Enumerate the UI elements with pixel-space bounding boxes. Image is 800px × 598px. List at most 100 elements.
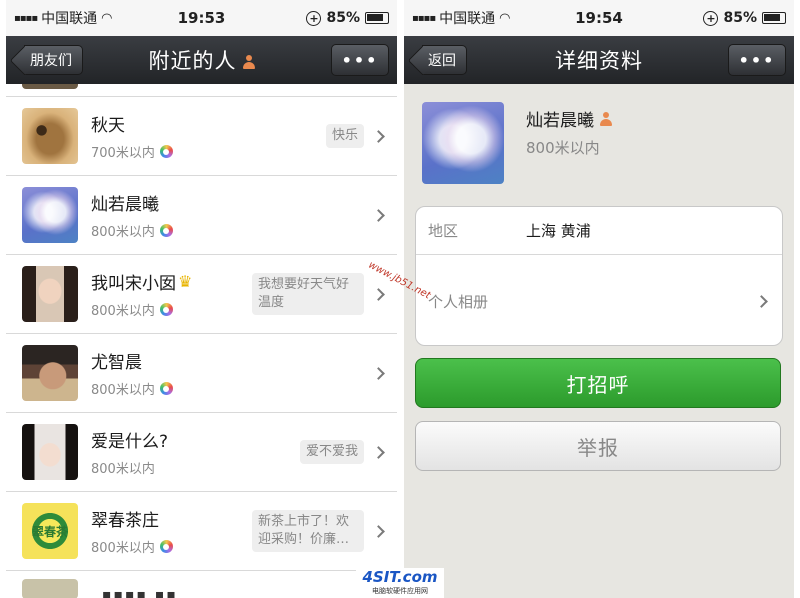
chevron-right-icon bbox=[372, 445, 385, 459]
avatar: 翠春茶 bbox=[22, 503, 78, 559]
profile-details-card: 地区 上海 黄浦 个人相册 bbox=[415, 206, 783, 346]
avatar-logo-text: 翠春茶 bbox=[31, 524, 68, 539]
battery-percent: 85% bbox=[723, 10, 757, 26]
carrier-info: ▪▪▪▪ 中国联通 ◠ bbox=[412, 8, 510, 28]
list-item[interactable]: 秋天 700米以内 快乐 bbox=[6, 97, 397, 176]
distance-text: 800米以内 bbox=[91, 225, 155, 240]
list-item-info: 秋天 700米以内 bbox=[91, 111, 326, 161]
list-item[interactable]: 我叫宋小囡 ♛ 800米以内 我想要好天气好温度 bbox=[6, 255, 397, 334]
profile-name: 灿若晨曦 bbox=[526, 106, 612, 131]
signal-icon: ▪▪▪▪ bbox=[412, 12, 436, 24]
nav-bar: 朋友们 附近的人 ••• bbox=[6, 36, 397, 84]
battery-icon bbox=[762, 12, 786, 24]
list-item-partial bbox=[6, 84, 397, 97]
contact-name-partial: ▪▪▪▪ ▪▪ bbox=[102, 587, 178, 598]
battery-percent: 85% bbox=[326, 10, 360, 26]
page-title-text: 附近的人 bbox=[148, 49, 237, 73]
list-item-partial: ▪▪▪▪ ▪▪ bbox=[6, 571, 397, 598]
list-item-info: 我叫宋小囡 ♛ 800米以内 bbox=[91, 269, 252, 320]
region-row: 地区 上海 黄浦 bbox=[416, 207, 782, 255]
list-item[interactable]: 爱是什么? 800米以内 爱不爱我 bbox=[6, 413, 397, 492]
distance: 700米以内 bbox=[91, 142, 326, 161]
distance-text: 700米以内 bbox=[91, 146, 155, 161]
carrier-name: 中国联通 bbox=[439, 11, 496, 27]
list-item[interactable]: 尤智晨 800米以内 bbox=[6, 334, 397, 413]
region-label: 地区 bbox=[428, 222, 459, 240]
list-item-info: 翠春茶庄 800米以内 bbox=[91, 506, 252, 556]
list-item-info: 尤智晨 800米以内 bbox=[91, 348, 374, 398]
status-bar: ▪▪▪▪ 中国联通 ◠ 19:54 + 85% bbox=[404, 0, 794, 36]
greet-button[interactable]: 打招呼 bbox=[415, 358, 781, 408]
signature: 新茶上市了！欢迎采购！价廉… bbox=[252, 510, 364, 552]
distance-text: 800米以内 bbox=[91, 462, 155, 477]
more-button[interactable]: ••• bbox=[331, 44, 389, 76]
chevron-right-icon bbox=[755, 294, 768, 308]
moments-icon bbox=[159, 540, 173, 553]
profile-avatar[interactable] bbox=[422, 102, 504, 184]
battery-icon bbox=[365, 12, 389, 24]
region-value: 上海 黄浦 bbox=[526, 222, 591, 240]
wifi-icon: ◠ bbox=[499, 10, 511, 26]
list-item[interactable]: 灿若晨曦 800米以内 bbox=[6, 176, 397, 255]
album-label: 个人相册 bbox=[428, 292, 489, 311]
contact-name-text: 我叫宋小囡 bbox=[91, 273, 176, 294]
distance: 800米以内 bbox=[91, 458, 300, 477]
distance-text: 800米以内 bbox=[91, 304, 155, 319]
contact-name: 秋天 bbox=[91, 115, 125, 136]
moments-icon bbox=[159, 382, 173, 395]
person-icon bbox=[242, 55, 255, 69]
moments-icon bbox=[159, 145, 173, 158]
chevron-right-icon bbox=[372, 208, 385, 222]
avatar bbox=[22, 187, 78, 243]
distance: 800米以内 bbox=[91, 379, 374, 398]
moments-icon bbox=[159, 224, 173, 237]
contact-name: 翠春茶庄 bbox=[91, 510, 159, 531]
back-button[interactable]: 朋友们 bbox=[24, 45, 83, 75]
nearby-list: 秋天 700米以内 快乐 灿若晨曦 800米以内 我叫宋小囡 ♛ 800米以内 我… bbox=[6, 84, 397, 598]
back-button[interactable]: 返回 bbox=[422, 45, 467, 75]
report-button[interactable]: 举报 bbox=[415, 421, 781, 471]
profile-name-text: 灿若晨曦 bbox=[526, 111, 594, 131]
signal-icon: ▪▪▪▪ bbox=[14, 12, 38, 24]
logo-sub: 电脑软硬件应用网 bbox=[372, 587, 428, 595]
profile-detail-screen: ▪▪▪▪ 中国联通 ◠ 19:54 + 85% 返回 详细资料 ••• 灿若晨曦… bbox=[404, 0, 794, 598]
contact-name: 我叫宋小囡 ♛ bbox=[91, 269, 252, 294]
list-item-info: 灿若晨曦 800米以内 bbox=[91, 190, 374, 240]
carrier-info: ▪▪▪▪ 中国联通 ◠ bbox=[14, 8, 112, 28]
avatar bbox=[22, 345, 78, 401]
status-right: + 85% bbox=[703, 10, 786, 26]
distance-text: 800米以内 bbox=[91, 541, 155, 556]
contact-name: 爱是什么? bbox=[91, 431, 169, 452]
crown-icon: ♛ bbox=[178, 271, 193, 291]
wifi-icon: ◠ bbox=[101, 10, 113, 26]
more-button[interactable]: ••• bbox=[728, 44, 786, 76]
signature: 爱不爱我 bbox=[299, 440, 364, 464]
avatar bbox=[22, 108, 78, 164]
logo-main: 4SIT.com bbox=[362, 568, 438, 586]
distance: 800米以内 bbox=[91, 300, 252, 319]
carrier-name: 中国联通 bbox=[41, 11, 98, 27]
avatar bbox=[22, 266, 78, 322]
rotation-lock-icon: + bbox=[306, 10, 322, 26]
distance-text: 800米以内 bbox=[91, 383, 155, 398]
nearby-people-screen: ▪▪▪▪ 中国联通 ◠ 19:53 + 85% 朋友们 附近的人 ••• 秋天 … bbox=[6, 0, 397, 598]
signature: 快乐 bbox=[325, 124, 364, 148]
list-item[interactable]: 翠春茶 翠春茶庄 800米以内 新茶上市了！欢迎采购！价廉… bbox=[6, 492, 397, 571]
status-bar: ▪▪▪▪ 中国联通 ◠ 19:53 + 85% bbox=[6, 0, 397, 36]
nav-bar: 返回 详细资料 ••• bbox=[404, 36, 794, 84]
status-right: + 85% bbox=[306, 10, 389, 26]
contact-name: 尤智晨 bbox=[91, 352, 142, 373]
avatar bbox=[22, 579, 78, 598]
moments-icon bbox=[159, 303, 173, 316]
chevron-right-icon bbox=[372, 366, 385, 380]
list-item-info: 爱是什么? 800米以内 bbox=[91, 427, 300, 478]
female-icon bbox=[600, 111, 612, 126]
profile-distance: 800米以内 bbox=[526, 139, 600, 157]
distance: 800米以内 bbox=[91, 221, 374, 240]
rotation-lock-icon: + bbox=[703, 10, 719, 26]
avatar bbox=[22, 424, 78, 480]
avatar bbox=[22, 84, 78, 89]
album-row[interactable]: 个人相册 bbox=[416, 255, 782, 347]
chevron-right-icon bbox=[372, 129, 385, 143]
distance: 800米以内 bbox=[91, 537, 252, 556]
